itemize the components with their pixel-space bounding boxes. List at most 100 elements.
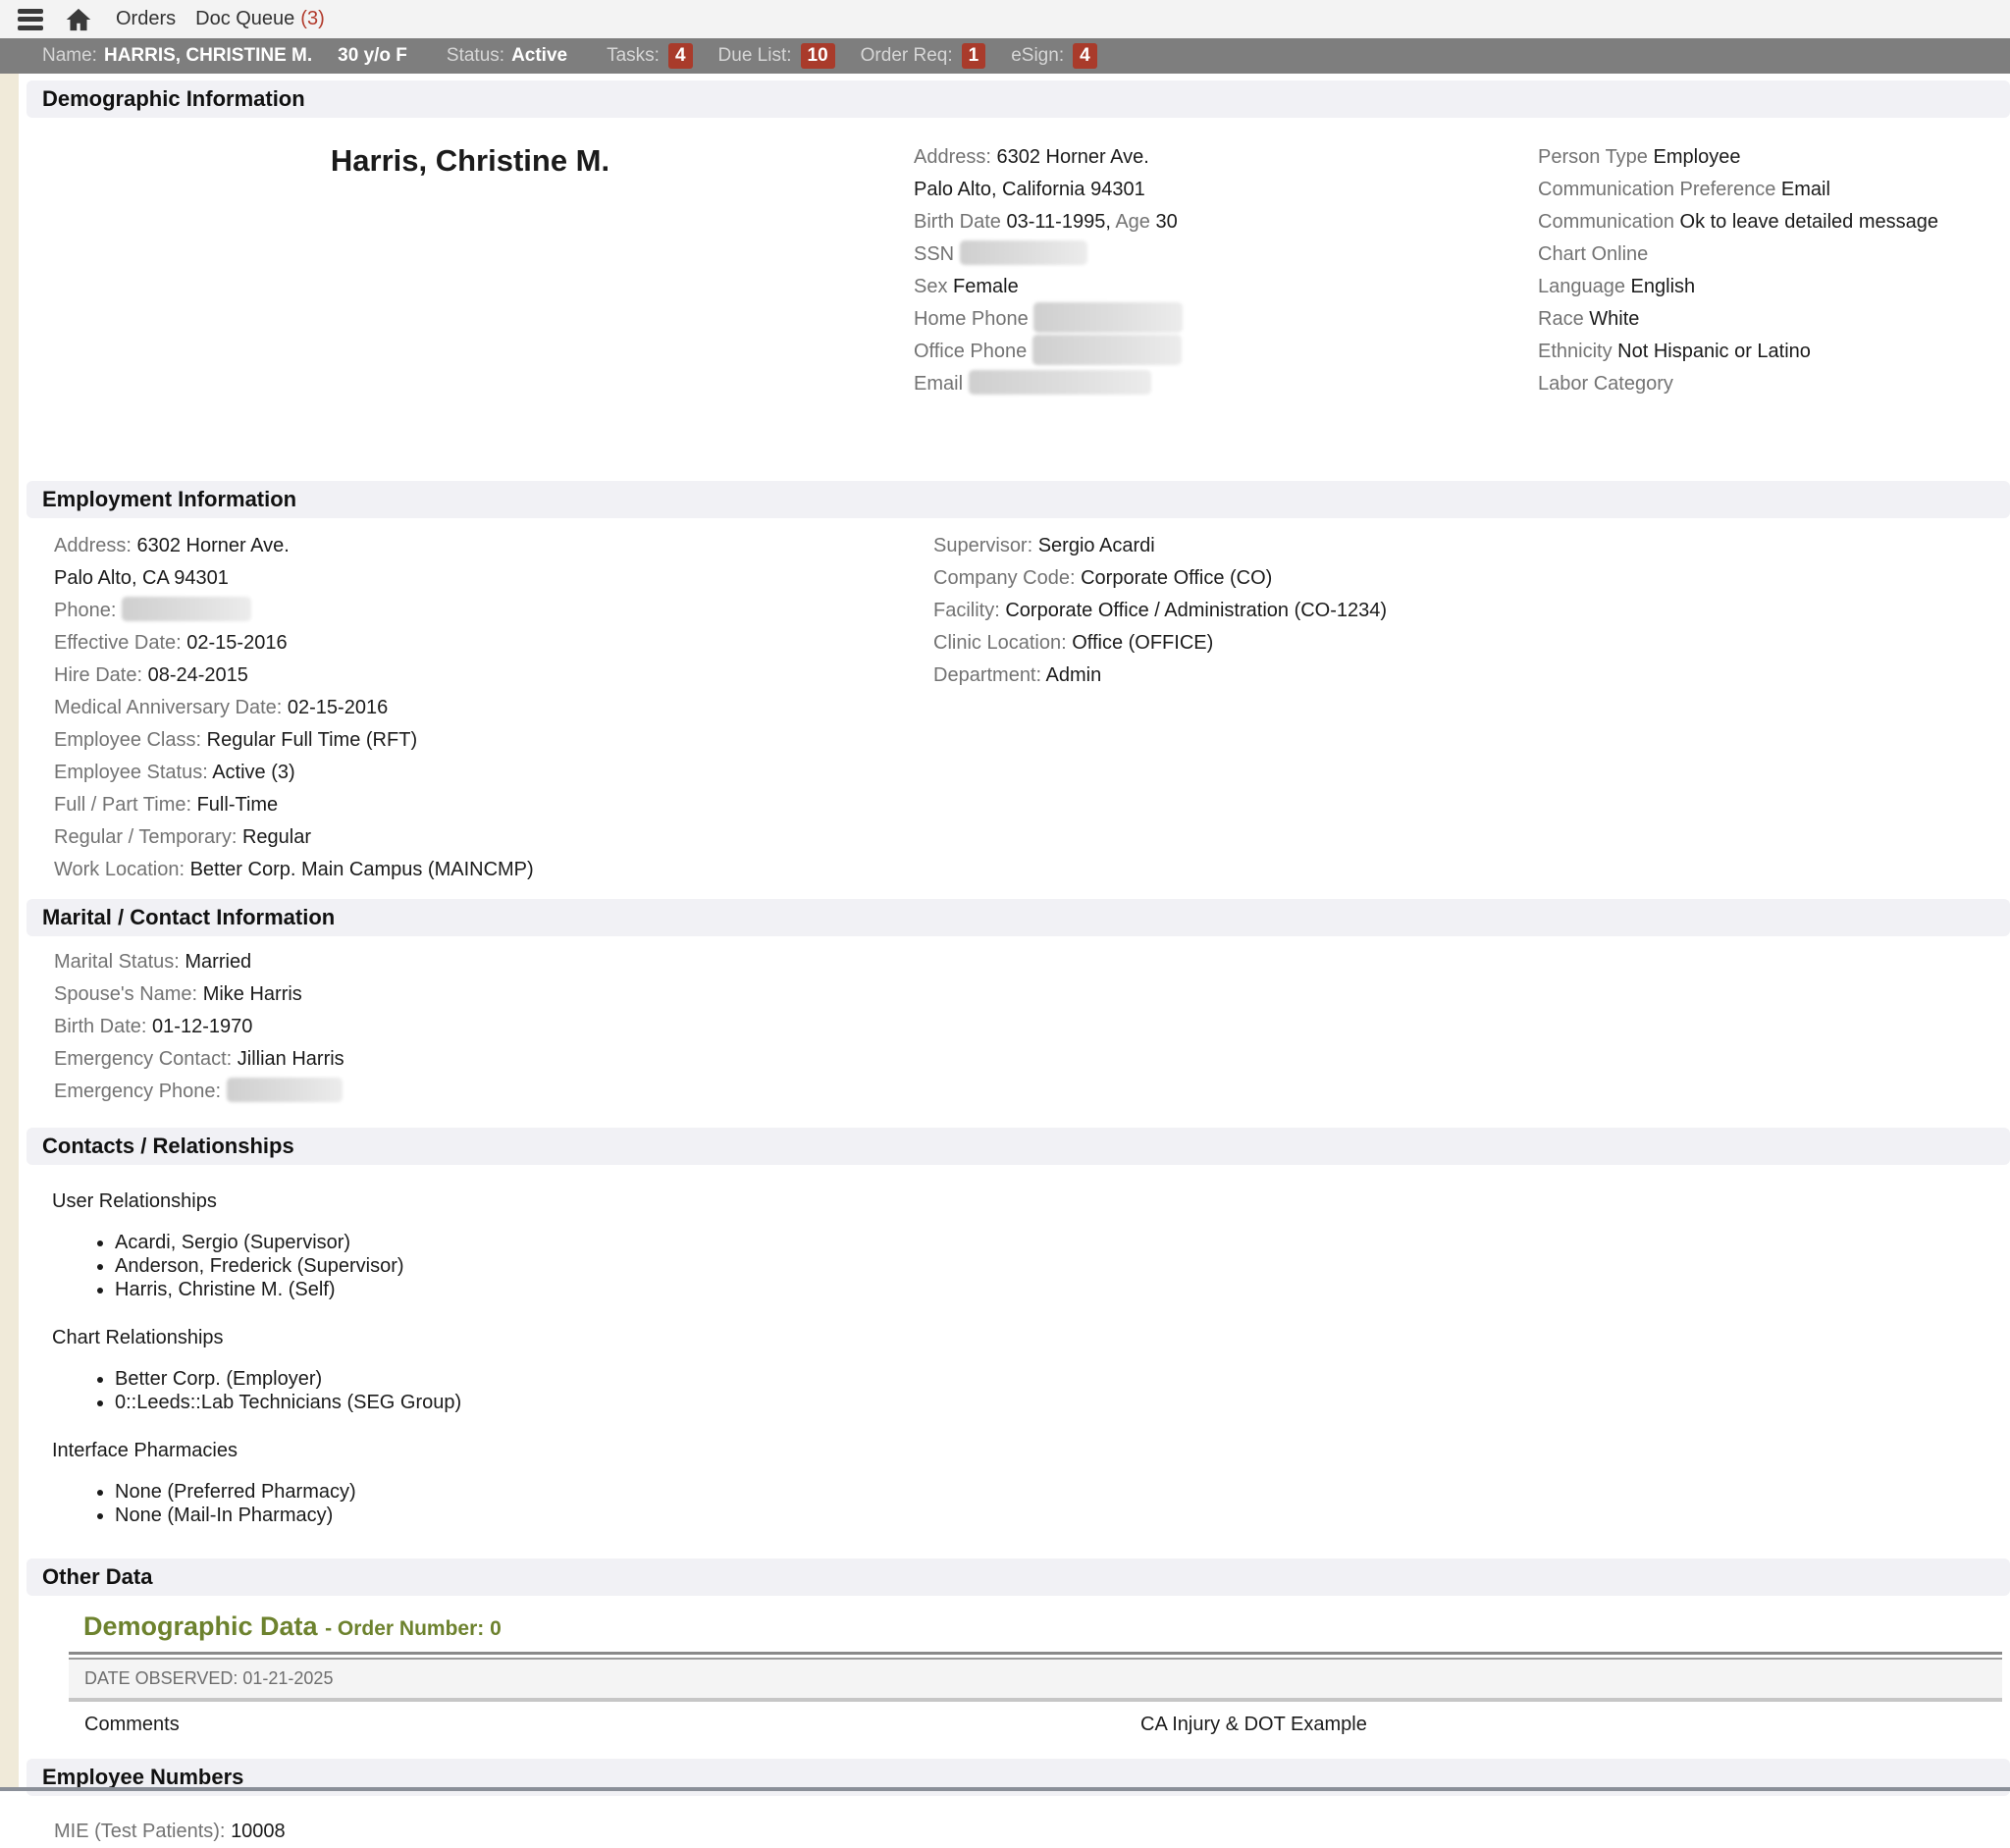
demographic-data-title: Demographic Data [83,1611,318,1641]
field-facility: Facility: Corporate Office / Administrat… [933,595,2010,627]
hamburger-bar [18,17,43,22]
field-spouse-birth-date: Birth Date: 01-12-1970 [54,1011,2010,1043]
esign-label: eSign: [1011,45,1064,67]
field-emergency-contact: Emergency Contact: Jillian Harris [54,1043,2010,1076]
demographic-middle-column: Address: 6302 Horner Ave. Palo Alto, Cal… [914,141,1538,400]
chart-relationships-title: Chart Relationships [52,1327,2010,1349]
interface-pharmacies-title: Interface Pharmacies [52,1440,2010,1462]
marital-block: Marital Status: Married Spouse's Name: M… [26,946,2010,1108]
field-chart-online: Chart Online [1538,238,2010,271]
field-sex: Sex Female [914,271,1538,303]
field-emp-phone: Phone: [54,595,933,627]
section-header-other-data: Other Data [26,1558,2010,1596]
status-label: Status: [447,45,504,67]
field-clinic-location: Clinic Location: Office (OFFICE) [933,627,2010,660]
nav-doc-queue[interactable]: Doc Queue (3) [195,8,325,30]
chart-relationships-list: Better Corp. (Employer) 0::Leeds::Lab Te… [26,1367,2010,1414]
field-communication-preference: Communication Preference Email [1538,174,2010,206]
emergency-phone-redacted-value [227,1078,343,1102]
nav-orders[interactable]: Orders [116,8,176,30]
field-race: Race White [1538,303,2010,336]
employment-phone-redacted-value [122,597,251,621]
esign-count-badge[interactable]: 4 [1073,43,1097,69]
section-header-demographic-information: Demographic Information [26,80,2010,118]
field-home-phone: Home Phone [914,303,1538,336]
field-mie-test-patients: MIE (Test Patients): 10008 [54,1816,2010,1848]
divider-double-rule [69,1652,2002,1660]
tasks-count-badge[interactable]: 4 [668,43,693,69]
employment-right-column: Supervisor: Sergio Acardi Company Code: … [933,530,2010,886]
order-req-count-badge[interactable]: 1 [962,43,986,69]
field-medical-anniversary-date: Medical Anniversary Date: 02-15-2016 [54,692,933,724]
field-company-code: Company Code: Corporate Office (CO) [933,562,2010,595]
demographic-grid: Harris, Christine M. Address: 6302 Horne… [26,141,2010,400]
nav-links: Orders Doc Queue (3) [116,8,325,30]
list-item: None (Mail-In Pharmacy) [115,1504,2010,1527]
doc-queue-label: Doc Queue [195,8,294,30]
home-phone-redacted-value [1033,302,1183,333]
field-full-part-time: Full / Part Time: Full-Time [54,789,933,821]
hamburger-bar [18,9,43,14]
date-observed-row: DATE OBSERVED: 01-21-2025 [69,1660,2002,1702]
patient-name-value: HARRIS, CHRISTINE M. [104,45,312,67]
employment-grid: Address: 6302 Horner Ave. Palo Alto, CA … [26,530,2010,886]
list-item: Acardi, Sergio (Supervisor) [115,1231,2010,1254]
field-labor-category: Labor Category [1538,368,2010,400]
bottom-divider [0,1787,2010,1791]
list-item: None (Preferred Pharmacy) [115,1480,2010,1504]
home-icon[interactable] [65,5,94,34]
doc-queue-count: (3) [300,8,324,30]
field-hire-date: Hire Date: 08-24-2015 [54,660,933,692]
field-emp-address-line2: Palo Alto, CA 94301 [54,562,933,595]
comments-value: CA Injury & DOT Example [1140,1714,1367,1736]
user-relationships-list: Acardi, Sergio (Supervisor) Anderson, Fr… [26,1231,2010,1301]
other-data-table: DATE OBSERVED: 01-21-2025 Comments CA In… [69,1652,2002,1747]
hamburger-bar [18,26,43,30]
list-item: 0::Leeds::Lab Technicians (SEG Group) [115,1391,2010,1414]
patient-name-label: Name: [42,45,97,67]
section-header-employment-information: Employment Information [26,481,2010,518]
demographic-right-column: Person Type Employee Communication Prefe… [1538,141,2010,400]
order-req-label: Order Req: [861,45,953,67]
field-department: Department: Admin [933,660,2010,692]
user-relationships-title: User Relationships [52,1190,2010,1213]
field-email: Email [914,368,1538,400]
patient-summary-bar: Name: HARRIS, CHRISTINE M. 30 y/o F Stat… [0,38,2010,74]
employment-left-column: Address: 6302 Horner Ave. Palo Alto, CA … [54,530,933,886]
field-birth-date: Birth Date 03-11-1995, Age 30 [914,206,1538,238]
list-item: Anderson, Frederick (Supervisor) [115,1254,2010,1278]
field-person-type: Person Type Employee [1538,141,2010,174]
field-supervisor: Supervisor: Sergio Acardi [933,530,2010,562]
email-redacted-value [969,370,1151,395]
comments-label: Comments [84,1714,180,1735]
order-number: - Order Number: 0 [325,1617,502,1640]
ssn-redacted-value [960,240,1087,265]
section-header-contacts-relationships: Contacts / Relationships [26,1128,2010,1165]
field-emp-address: Address: 6302 Horner Ave. [54,530,933,562]
field-marital-status: Marital Status: Married [54,946,2010,978]
field-language: Language English [1538,271,2010,303]
field-employee-class: Employee Class: Regular Full Time (RFT) [54,724,933,757]
field-employee-status: Employee Status: Active (3) [54,757,933,789]
field-spouse-name: Spouse's Name: Mike Harris [54,978,2010,1011]
field-address: Address: 6302 Horner Ave. [914,141,1538,174]
office-phone-redacted-value [1032,335,1182,365]
due-list-label: Due List: [718,45,792,67]
list-item: Better Corp. (Employer) [115,1367,2010,1391]
comments-row: Comments CA Injury & DOT Example [69,1702,2002,1747]
field-regular-temporary: Regular / Temporary: Regular [54,821,933,854]
chart-content: Demographic Information Harris, Christin… [19,74,2010,1848]
contacts-block: User Relationships Acardi, Sergio (Super… [26,1190,2010,1527]
field-work-location: Work Location: Better Corp. Main Campus … [54,854,933,886]
field-communication: Communication Ok to leave detailed messa… [1538,206,2010,238]
field-ethnicity: Ethnicity Not Hispanic or Latino [1538,336,2010,368]
field-address-line2: Palo Alto, California 94301 [914,174,1538,206]
field-office-phone: Office Phone [914,336,1538,368]
list-item: Harris, Christine M. (Self) [115,1278,2010,1301]
left-margin-strip [0,74,19,1791]
demographic-data-heading[interactable]: Demographic Data - Order Number: 0 [83,1611,2010,1642]
field-ssn: SSN [914,238,1538,271]
due-list-count-badge[interactable]: 10 [801,43,835,69]
status-value: Active [511,45,567,67]
hamburger-menu-icon[interactable] [14,7,47,32]
